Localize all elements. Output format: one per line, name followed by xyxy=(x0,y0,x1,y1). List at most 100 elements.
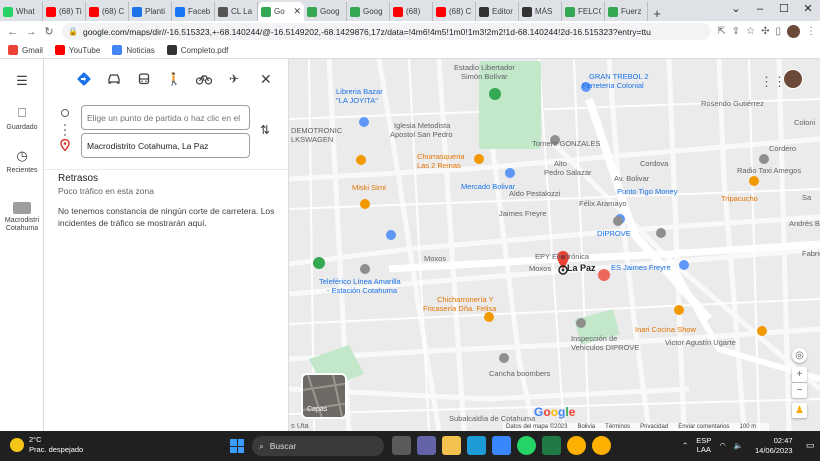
browser-tab[interactable]: Planti xyxy=(129,2,172,21)
share-icon[interactable]: ⇪ xyxy=(732,26,740,37)
install-app-icon[interactable]: ⇱ xyxy=(717,26,725,37)
language-indicator[interactable]: ESP LAA xyxy=(696,436,711,454)
volume-icon[interactable]: 🔈 xyxy=(734,441,743,450)
browser-tab[interactable]: (68) C xyxy=(86,2,129,21)
chrome-profile-icon[interactable] xyxy=(592,436,611,455)
minimize-button[interactable]: – xyxy=(748,0,772,20)
destination-field[interactable]: Macrodistrito Cotahuma, La Paz xyxy=(81,133,250,158)
map-label[interactable]: Fricasería Dña. Felisa xyxy=(423,304,496,313)
browser-tab[interactable]: Go ✕ xyxy=(258,2,304,21)
bookmark-star-icon[interactable]: ☆ xyxy=(746,26,755,37)
attribution-item[interactable]: Privacidad xyxy=(640,424,668,430)
browser-tab[interactable]: Faceb xyxy=(172,2,215,21)
task-view-icon[interactable] xyxy=(392,436,411,455)
zoom-in-button[interactable]: + xyxy=(792,367,807,382)
attribution-item[interactable]: Términos xyxy=(605,424,630,430)
map-label[interactable]: Cordero xyxy=(769,144,796,153)
map-label[interactable]: Coloni xyxy=(794,118,815,127)
map-label[interactable]: ES Jaimes Freyre xyxy=(611,263,671,272)
store-icon[interactable] xyxy=(492,436,511,455)
browser-tab[interactable]: Goog xyxy=(304,2,347,21)
map-label[interactable]: Cancha boombers xyxy=(489,369,550,378)
edge-icon[interactable] xyxy=(467,436,486,455)
excel-icon[interactable] xyxy=(542,436,561,455)
swap-locations-icon[interactable]: ⇅ xyxy=(260,123,270,137)
start-button[interactable] xyxy=(230,439,244,453)
map-label[interactable]: Moxos xyxy=(424,254,446,263)
car-icon[interactable] xyxy=(104,69,124,89)
bookmark-item[interactable]: Gmail xyxy=(8,45,43,55)
taskbar-search[interactable]: ⌕ Buscar xyxy=(252,436,384,456)
map-label[interactable]: Teleférico Línea Amarilla xyxy=(319,277,401,286)
zoom-out-button[interactable]: − xyxy=(792,383,807,398)
map-label[interactable]: Apostol San Pedro xyxy=(390,130,453,139)
destination-input[interactable]: Macrodistrito Cotahuma, La Paz xyxy=(87,141,208,151)
map-label[interactable]: DIPROVE xyxy=(597,229,631,238)
map-label[interactable]: Iglesia Metodista xyxy=(394,121,450,130)
map-label[interactable]: Alto xyxy=(554,159,567,168)
maximize-button[interactable]: ☐ xyxy=(772,0,796,20)
map-canvas[interactable]: Libreria Bazar "LA JOYITA" Estadio Liberta… xyxy=(289,59,820,431)
map-label[interactable]: Jaimes Freyre xyxy=(499,209,547,218)
map-label[interactable]: Churrasqueria xyxy=(417,152,465,161)
map-label[interactable]: DEMOTRONIC xyxy=(291,126,342,135)
bookmark-item[interactable]: Noticias xyxy=(112,45,155,55)
transit-icon[interactable] xyxy=(134,69,154,89)
attribution-item[interactable]: 100 m xyxy=(740,424,757,430)
show-hidden-icons-icon[interactable]: ⌃ xyxy=(682,441,688,450)
map-label[interactable]: Fabrica xyxy=(802,249,820,258)
browser-tab[interactable]: Fuerz xyxy=(605,2,648,21)
origin-field[interactable] xyxy=(81,105,250,130)
reload-button[interactable]: ↻ xyxy=(40,25,58,38)
browser-tab[interactable]: (68) xyxy=(390,2,433,21)
chrome-icon[interactable] xyxy=(567,436,586,455)
best-route-icon[interactable] xyxy=(74,69,94,89)
map-label[interactable]: Simón Bolívar xyxy=(461,72,508,81)
map-label[interactable]: - Estación Cotahuma xyxy=(327,286,397,295)
map-label[interactable]: Félix Aramayo xyxy=(579,199,627,208)
chevron-down-icon[interactable]: ⌄ xyxy=(724,0,748,20)
recent-place-button[interactable]: Macrodistri Cotahuma xyxy=(0,202,44,233)
map-label[interactable]: "LA JOYITA" xyxy=(336,96,378,105)
map-label[interactable]: Las 2 Reinas xyxy=(417,161,461,170)
menu-button[interactable]: ☰ xyxy=(0,73,44,92)
map-label[interactable]: Pedro Salazar xyxy=(544,168,592,177)
address-bar[interactable]: 🔒 google.com/maps/dir//-16.515323,+-68.1… xyxy=(62,23,712,40)
map-label[interactable]: Miski Simi xyxy=(352,183,386,192)
my-location-button[interactable]: ◎ xyxy=(792,348,807,363)
map-label[interactable]: EPY Electrónica xyxy=(535,252,589,261)
map-label[interactable]: Inspección de xyxy=(571,334,617,343)
whatsapp-icon[interactable] xyxy=(517,436,536,455)
side-panel-icon[interactable]: ▯ xyxy=(775,26,781,37)
browser-tab[interactable]: CL La xyxy=(215,2,258,21)
file-explorer-icon[interactable] xyxy=(442,436,461,455)
map-label[interactable]: Rosendo Gutiérrez xyxy=(701,99,764,108)
map-label[interactable]: Vehículos DIPROVE xyxy=(571,343,639,352)
map-label[interactable]: GRAN TREBOL 2 xyxy=(589,72,649,81)
bookmark-item[interactable]: Completo.pdf xyxy=(166,45,228,55)
map-label[interactable]: Victor Agustín Ugarte xyxy=(665,338,736,347)
menu-dots-icon[interactable]: ⋮ xyxy=(806,26,816,37)
map-label[interactable]: Mercado Bolivar xyxy=(461,182,515,191)
map-label[interactable]: Cordova xyxy=(640,159,668,168)
map-label[interactable]: La Paz xyxy=(567,263,596,273)
map-label[interactable]: Chicharronería Y xyxy=(437,295,494,304)
map-label[interactable]: LKSWAGEN xyxy=(291,135,333,144)
extensions-icon[interactable]: ✣ xyxy=(761,26,769,37)
map-label[interactable]: Subalcaldía de Cotahuma xyxy=(449,414,535,423)
bookmark-item[interactable]: YouTube xyxy=(54,45,100,55)
browser-tab[interactable]: (68) C xyxy=(433,2,476,21)
map-label[interactable]: Inari Cocina Show xyxy=(635,325,696,334)
browser-tab[interactable]: (68) Ti xyxy=(43,2,86,21)
map-label[interactable]: Sa xyxy=(802,193,811,202)
map-label[interactable]: Av. Bolivar xyxy=(614,174,649,183)
origin-input[interactable] xyxy=(87,112,244,123)
teams-icon[interactable] xyxy=(417,436,436,455)
account-avatar[interactable] xyxy=(783,69,803,89)
map-label[interactable]: Estadio Libertador xyxy=(454,63,515,72)
back-button[interactable]: ← xyxy=(4,26,22,38)
close-tab-icon[interactable]: ✕ xyxy=(293,6,301,17)
map-label[interactable]: Libreria Bazar xyxy=(336,87,383,96)
map-label[interactable]: Tornero GONZALES xyxy=(532,139,600,148)
saved-button[interactable]: ⎕ Guardado xyxy=(0,105,44,131)
